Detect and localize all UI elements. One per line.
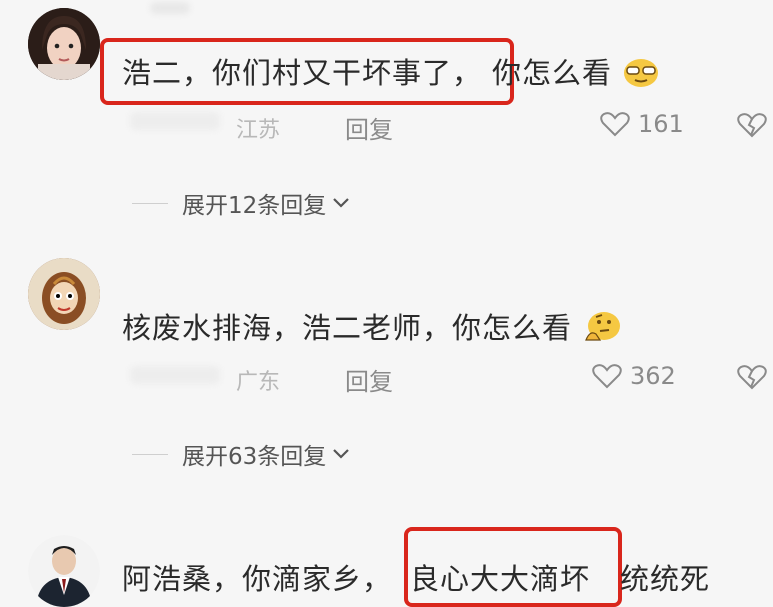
divider-line (132, 454, 168, 455)
expand-replies-label: 展开63条回复 (182, 444, 327, 470)
suit-person-icon (28, 535, 100, 607)
blurred-username (150, 2, 190, 14)
comment-head-text: 阿浩桑，你滴家乡， (122, 562, 393, 596)
comment-meta: 广东 回复 362 (0, 360, 773, 397)
comment-meta: 江苏 回复 161 (0, 108, 773, 145)
comment-text: 核废水排海，浩二老师，你怎么看 (122, 305, 622, 351)
comment-text-content: 核废水排海，浩二老师，你怎么看 (122, 311, 573, 345)
expand-replies[interactable]: 展开63条回复 (0, 437, 773, 471)
chevron-down-icon (333, 198, 350, 208)
broken-heart-icon (737, 365, 767, 390)
comment-tail-text: 统统死 (620, 562, 711, 596)
dislike-button[interactable] (737, 112, 767, 142)
heart-icon (600, 112, 630, 137)
sunglasses-face-emoji (622, 56, 660, 95)
broken-heart-icon (737, 113, 767, 138)
dislike-button[interactable] (737, 364, 767, 394)
region-label: 江苏 (236, 118, 281, 143)
avatar[interactable] (28, 258, 100, 330)
reply-button[interactable]: 回复 (345, 110, 393, 145)
thinking-face-emoji (582, 310, 622, 351)
woman-portrait-icon (28, 8, 100, 80)
comment-highlighted-text: 良心大大滴坏 (410, 562, 591, 596)
comment-highlighted-text: 浩二，你们村又干坏事了， (122, 56, 483, 90)
chevron-down-icon (333, 449, 350, 459)
comment-tail-text: 你怎么看 (492, 56, 613, 90)
expand-replies[interactable]: 展开12条回复 (0, 186, 773, 220)
like-button[interactable]: 362 (592, 362, 676, 390)
avatar[interactable] (28, 8, 100, 80)
expand-replies-label: 展开12条回复 (182, 193, 327, 219)
region-label: 广东 (236, 370, 281, 395)
like-button[interactable]: 161 (600, 110, 684, 138)
knight-helmet-icon (28, 258, 100, 330)
comment-text: 浩二，你们村又干坏事了， 你怎么看 (122, 50, 660, 95)
comment-text: 阿浩桑，你滴家乡， 良心大大滴坏 统统死 (122, 556, 710, 598)
reply-button[interactable]: 回复 (345, 362, 393, 397)
heart-icon (592, 364, 622, 389)
avatar[interactable] (28, 535, 100, 607)
divider-line (132, 203, 168, 204)
like-count: 161 (638, 110, 684, 138)
like-count: 362 (630, 362, 676, 390)
